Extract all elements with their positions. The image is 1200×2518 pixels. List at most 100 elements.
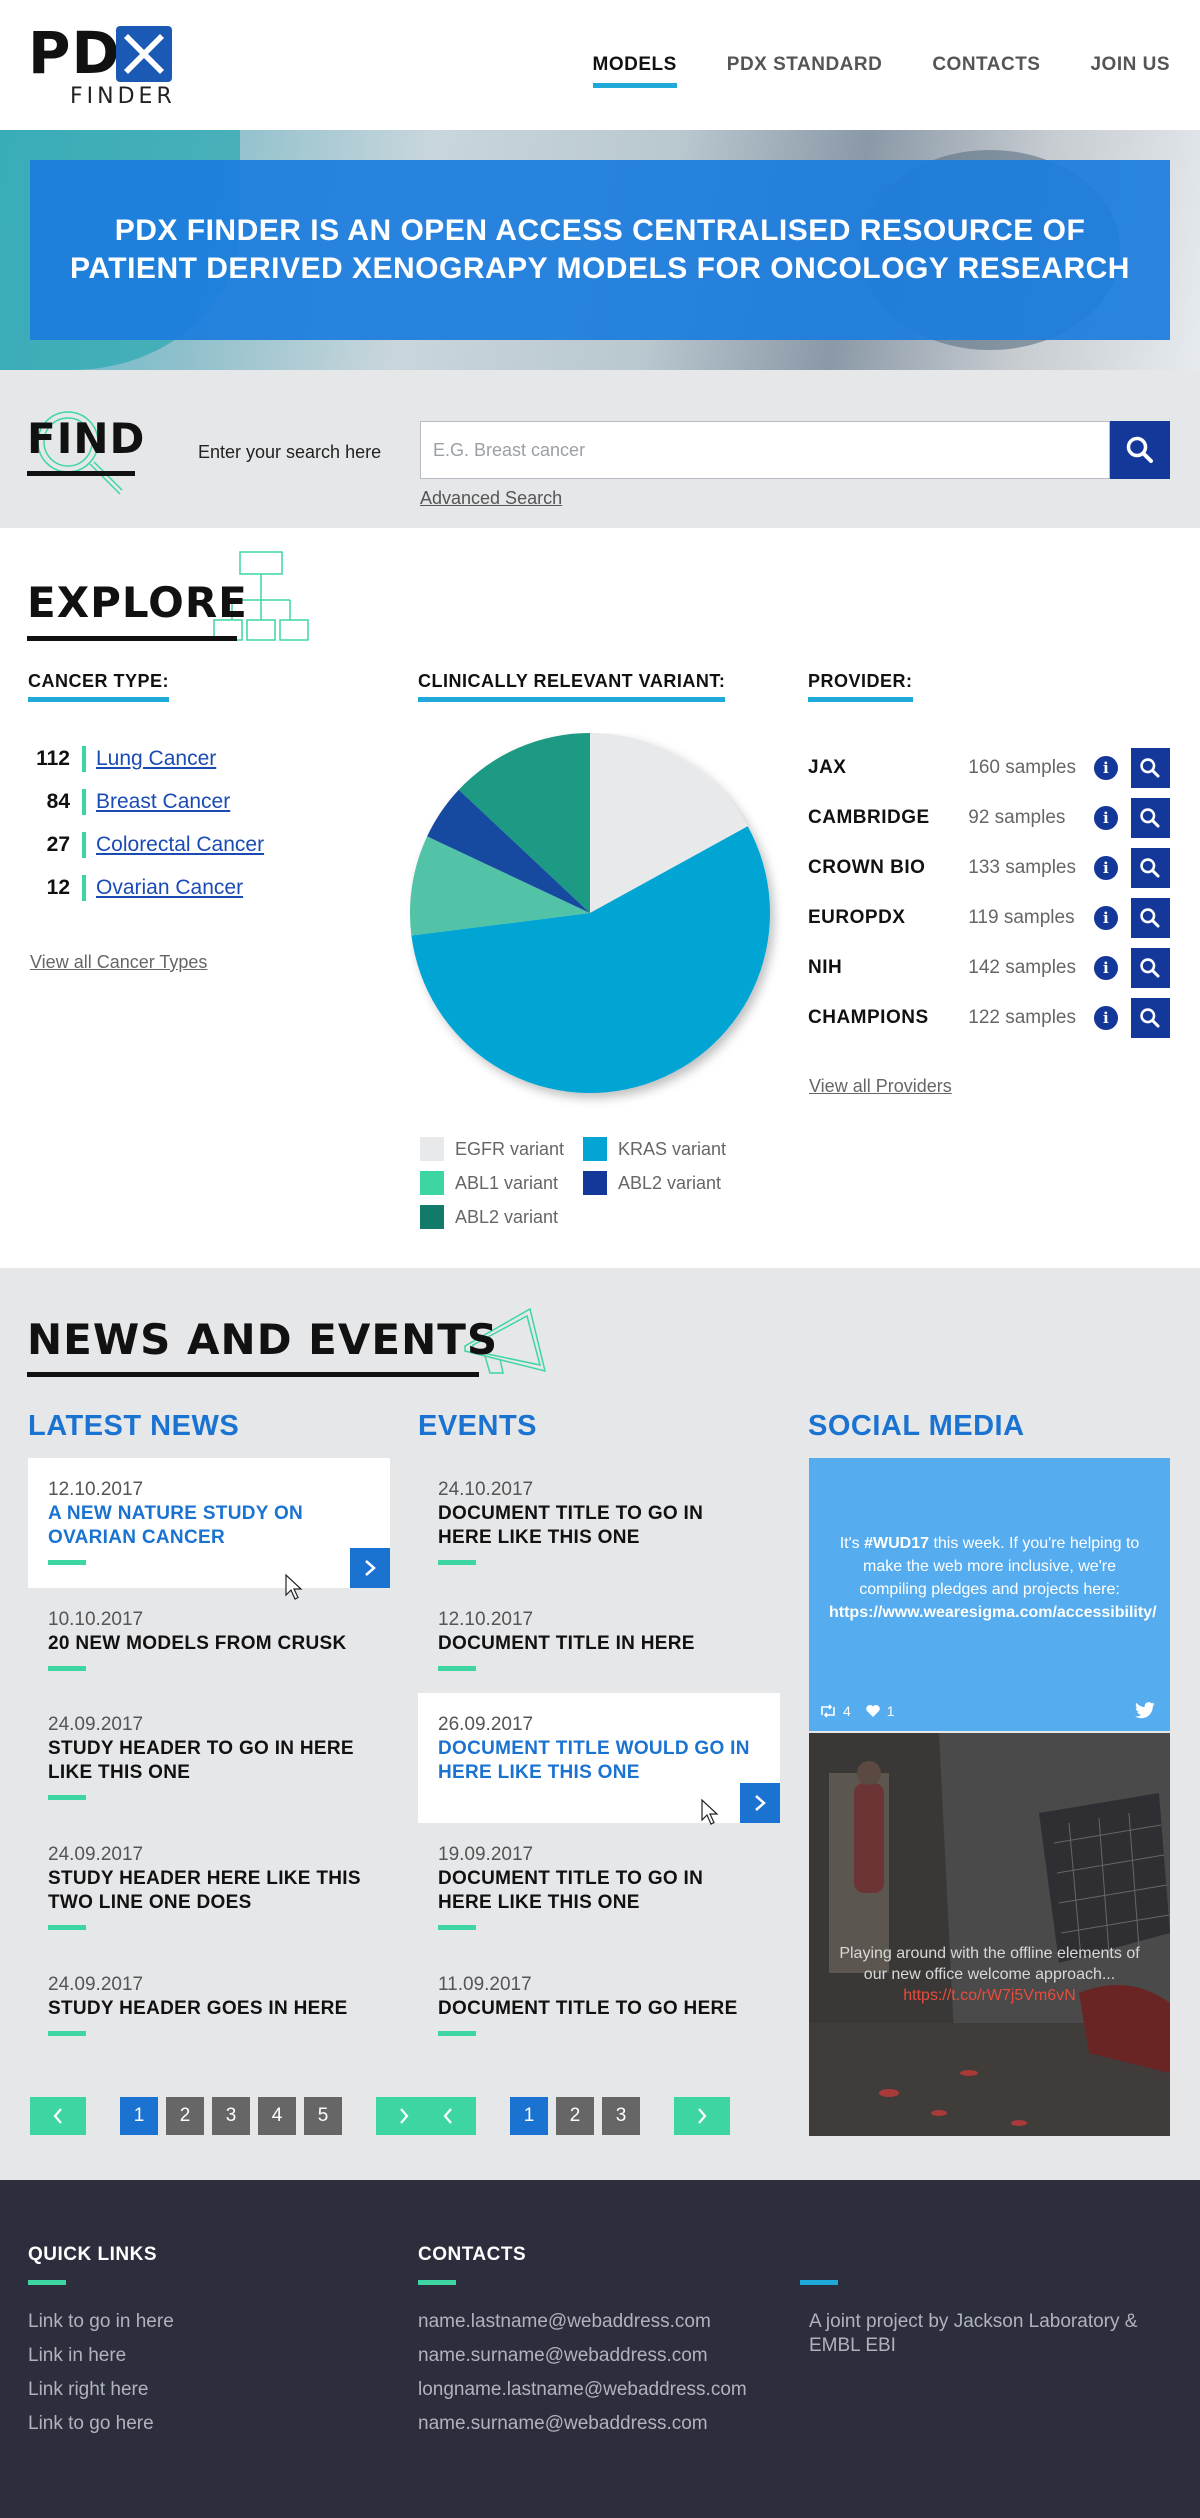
retweet-icon[interactable] bbox=[819, 1704, 837, 1718]
social-photo-post[interactable]: Playing around with the offline elements… bbox=[809, 1733, 1170, 2136]
explore-section: EXPLORE CANCER TYPE: 112 Lung Cancer 84 Br… bbox=[0, 528, 1200, 1268]
provider-name[interactable]: CROWN BIO bbox=[808, 857, 968, 879]
info-icon[interactable]: i bbox=[1094, 856, 1118, 880]
cancer-count: 12 bbox=[46, 876, 70, 899]
prev-page-button[interactable] bbox=[420, 2097, 476, 2135]
hero-text: PDX FINDER IS AN OPEN ACCESS CENTRALISED… bbox=[70, 212, 1130, 288]
footer-link[interactable]: Link right here bbox=[28, 2378, 148, 2402]
event-date: 19.09.2017 bbox=[438, 1844, 534, 1865]
event-item[interactable]: 11.09.2017 DOCUMENT TITLE TO GO HERE bbox=[418, 1953, 780, 2083]
event-open-button[interactable] bbox=[740, 1783, 780, 1823]
contacts-accent-bar bbox=[418, 2280, 456, 2285]
hero-banner: PDX FINDER IS AN OPEN ACCESS CENTRALISED… bbox=[0, 130, 1200, 370]
news-item[interactable]: 24.09.2017 STUDY HEADER HERE LIKE THIS T… bbox=[28, 1823, 390, 1953]
cancer-bar bbox=[82, 832, 86, 858]
view-all-providers-link[interactable]: View all Providers bbox=[809, 1076, 952, 1097]
social-media-heading: SOCIAL MEDIA bbox=[808, 1410, 1025, 1442]
photo-caption: Playing around with the offline elements… bbox=[829, 1943, 1150, 2006]
page-5-button[interactable]: 5 bbox=[304, 2097, 342, 2135]
search-icon bbox=[1140, 958, 1160, 978]
provider-name[interactable]: NIH bbox=[808, 957, 968, 979]
logo-finder-text: FINDER bbox=[70, 84, 176, 109]
cancer-count: 27 bbox=[46, 833, 70, 856]
contact-email[interactable]: longname.lastname@webaddress.com bbox=[418, 2378, 747, 2402]
page-1-button[interactable]: 1 bbox=[120, 2097, 158, 2135]
view-all-cancer-types-link[interactable]: View all Cancer Types bbox=[30, 952, 207, 973]
main-nav: MODELS PDX STANDARD CONTACTS JOIN US bbox=[592, 54, 1171, 88]
info-icon[interactable]: i bbox=[1094, 756, 1118, 780]
nav-pdx-standard[interactable]: PDX STANDARD bbox=[727, 54, 883, 88]
advanced-search-link[interactable]: Advanced Search bbox=[420, 488, 562, 509]
nav-join-us[interactable]: JOIN US bbox=[1090, 54, 1170, 88]
news-item[interactable]: 24.09.2017 STUDY HEADER TO GO IN HERE LI… bbox=[28, 1693, 390, 1823]
cancer-link-breast[interactable]: Breast Cancer bbox=[96, 790, 230, 814]
next-page-button[interactable] bbox=[674, 2097, 730, 2135]
events-pagination: 1 2 3 bbox=[420, 2097, 730, 2135]
provider-search-button[interactable] bbox=[1130, 798, 1171, 838]
prev-page-button[interactable] bbox=[30, 2097, 86, 2135]
provider-search-button[interactable] bbox=[1130, 998, 1171, 1038]
photo-caption-link[interactable]: https://t.co/rW7j5Vm6vN bbox=[829, 1985, 1150, 2006]
news-accent-bar bbox=[48, 1666, 86, 1671]
page-1-button[interactable]: 1 bbox=[510, 2097, 548, 2135]
nav-contacts[interactable]: CONTACTS bbox=[932, 54, 1040, 88]
news-open-button[interactable] bbox=[350, 1548, 390, 1588]
tweet-link[interactable]: https://www.wearesigma.com/accessibility… bbox=[829, 1604, 1157, 1621]
provider-row: CROWN BIO 133 samples i bbox=[808, 847, 1171, 889]
nav-models[interactable]: MODELS bbox=[592, 54, 678, 88]
event-item[interactable]: 24.10.2017 DOCUMENT TITLE TO GO IN HERE … bbox=[418, 1458, 780, 1588]
footer-link[interactable]: Link in here bbox=[28, 2344, 126, 2368]
provider-name[interactable]: JAX bbox=[808, 757, 968, 779]
event-item[interactable]: 19.09.2017 DOCUMENT TITLE TO GO IN HERE … bbox=[418, 1823, 780, 1953]
news-accent-bar bbox=[48, 1925, 86, 1930]
tweet-hashtag[interactable]: #WUD17 bbox=[864, 1535, 929, 1552]
search-button[interactable] bbox=[1110, 421, 1170, 479]
provider-name[interactable]: CHAMPIONS bbox=[808, 1007, 968, 1029]
legend-item: ABL1 variant bbox=[420, 1171, 558, 1195]
contact-email[interactable]: name.lastname@webaddress.com bbox=[418, 2310, 711, 2334]
provider-samples: 92 samples bbox=[968, 807, 1066, 828]
page-3-button[interactable]: 3 bbox=[212, 2097, 250, 2135]
page-3-button[interactable]: 3 bbox=[602, 2097, 640, 2135]
provider-name[interactable]: CAMBRIDGE bbox=[808, 807, 968, 829]
page-4-button[interactable]: 4 bbox=[258, 2097, 296, 2135]
legend-swatch bbox=[583, 1171, 607, 1195]
twitter-bird-icon[interactable] bbox=[1134, 1702, 1156, 1720]
heart-icon[interactable] bbox=[865, 1704, 881, 1718]
provider-search-button[interactable] bbox=[1130, 948, 1171, 988]
footer-link[interactable]: Link to go in here bbox=[28, 2310, 174, 2334]
news-item[interactable]: 12.10.2017 A NEW NATURE STUDY ON OVARIAN… bbox=[28, 1458, 390, 1600]
find-underline bbox=[27, 471, 135, 476]
event-date: 11.09.2017 bbox=[438, 1974, 532, 1995]
info-icon[interactable]: i bbox=[1094, 956, 1118, 980]
info-icon[interactable]: i bbox=[1094, 906, 1118, 930]
hero-line-1: PDX FINDER IS AN OPEN ACCESS CENTRALISED… bbox=[114, 214, 1086, 247]
legend-swatch bbox=[420, 1137, 444, 1161]
legend-label: ABL2 variant bbox=[618, 1172, 722, 1193]
provider-search-button[interactable] bbox=[1130, 848, 1171, 888]
provider-search-button[interactable] bbox=[1130, 748, 1171, 788]
contact-email[interactable]: name.surname@webaddress.com bbox=[418, 2344, 708, 2368]
provider-name[interactable]: EUROPDX bbox=[808, 907, 968, 929]
cancer-count: 84 bbox=[46, 790, 70, 813]
tweet-text: It's #WUD17 this week. If you're helping… bbox=[829, 1532, 1157, 1624]
provider-search-button[interactable] bbox=[1130, 898, 1171, 938]
contact-email[interactable]: name.surname@webaddress.com bbox=[418, 2412, 708, 2436]
search-label: Enter your search here bbox=[198, 442, 382, 462]
page-2-button[interactable]: 2 bbox=[556, 2097, 594, 2135]
footer-link[interactable]: Link to go here bbox=[28, 2412, 154, 2436]
cancer-link-ovarian[interactable]: Ovarian Cancer bbox=[96, 876, 243, 900]
pdx-finder-logo[interactable]: PD FINDER bbox=[28, 24, 178, 109]
event-accent-bar bbox=[438, 1925, 476, 1930]
tweet-card[interactable]: It's #WUD17 this week. If you're helping… bbox=[809, 1458, 1170, 1731]
news-item[interactable]: 24.09.2017 STUDY HEADER GOES IN HERE bbox=[28, 1953, 390, 2083]
info-icon[interactable]: i bbox=[1094, 806, 1118, 830]
info-icon[interactable]: i bbox=[1094, 1006, 1118, 1030]
search-input[interactable] bbox=[420, 421, 1110, 479]
page-2-button[interactable]: 2 bbox=[166, 2097, 204, 2135]
news-pagination: 1 2 3 4 5 bbox=[30, 2097, 432, 2135]
event-item[interactable]: 26.09.2017 DOCUMENT TITLE WOULD GO IN HE… bbox=[418, 1693, 780, 1825]
cancer-link-lung[interactable]: Lung Cancer bbox=[96, 747, 216, 771]
search-icon bbox=[1140, 858, 1160, 878]
cancer-link-colorectal[interactable]: Colorectal Cancer bbox=[96, 833, 264, 857]
